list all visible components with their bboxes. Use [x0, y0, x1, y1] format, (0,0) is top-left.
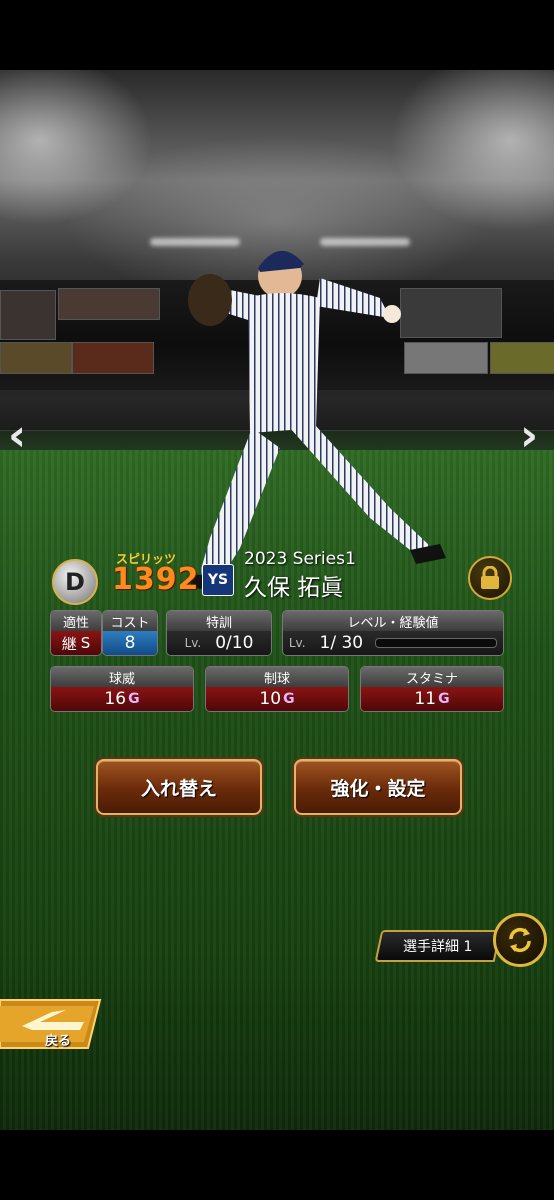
control-grade: G [283, 691, 295, 707]
control-value: 10 [259, 689, 282, 709]
level-label: レベル・経験値 [283, 611, 503, 631]
back-label: 戻る [45, 1034, 72, 1049]
aptitude-box: 適性 継 S [50, 610, 102, 656]
stadium-board [0, 342, 72, 374]
player-name: 久保 拓眞 [244, 575, 344, 601]
velocity-value: 16 [104, 689, 127, 709]
aptitude-value: 継 S [51, 631, 101, 655]
stamina-box: スタミナ 11 G [360, 666, 504, 712]
enhance-button[interactable]: 強化・設定 [294, 759, 462, 815]
lock-icon [481, 566, 499, 589]
level-value-row: Lv. 1/ 30 [283, 631, 503, 655]
stamina-grade: G [438, 691, 450, 707]
exp-bar [375, 638, 498, 648]
level-box: レベル・経験値 Lv. 1/ 30 [282, 610, 504, 656]
rotate-arrows-icon [509, 927, 531, 953]
swap-button[interactable]: 入れ替え [96, 759, 262, 815]
aptitude-position: 継 [61, 634, 77, 653]
chevron-right-icon[interactable]: › [520, 410, 538, 461]
control-label: 制球 [206, 667, 348, 687]
training-value: 0/10 [215, 633, 254, 653]
stamina-value-row: 11 G [361, 687, 503, 711]
control-box: 制球 10 G [205, 666, 349, 712]
velocity-grade: G [128, 691, 140, 707]
lock-button[interactable] [468, 556, 512, 600]
player-detail-label: 選手詳細 1 [403, 939, 473, 955]
player-detail-tab[interactable]: 選手詳細 1 [374, 930, 502, 962]
cost-box: コスト 8 [102, 610, 158, 656]
stadium-board [490, 342, 554, 374]
training-lv-label: Lv. [184, 636, 202, 650]
velocity-box: 球威 16 G [50, 666, 194, 712]
cost-value: 8 [103, 631, 157, 655]
level-value: 1/ 30 [319, 633, 364, 653]
stamina-value: 11 [414, 689, 437, 709]
team-logo: YS [202, 564, 234, 596]
training-value-row: Lv. 0/10 [167, 631, 271, 655]
velocity-value-row: 16 G [51, 687, 193, 711]
spirits-value: 1392 [112, 562, 200, 597]
chevron-left-icon[interactable]: ‹ [8, 410, 26, 461]
game-screen: ‹ › D スピリッツ 1392 YS 2023 Series1 久保 拓眞 適… [0, 70, 554, 1130]
training-box: 特訓 Lv. 0/10 [166, 610, 272, 656]
rank-badge: D [52, 559, 98, 605]
switch-button[interactable] [493, 913, 547, 967]
velocity-label: 球威 [51, 667, 193, 687]
stamina-label: スタミナ [361, 667, 503, 687]
training-label: 特訓 [167, 611, 271, 631]
control-value-row: 10 G [206, 687, 348, 711]
level-lv-label: Lv. [288, 636, 306, 650]
stadium-board [0, 290, 56, 340]
aptitude-grade: S [80, 634, 91, 652]
cost-label: コスト [103, 611, 157, 631]
series-label: 2023 Series1 [244, 549, 356, 569]
aptitude-label: 適性 [51, 611, 101, 631]
